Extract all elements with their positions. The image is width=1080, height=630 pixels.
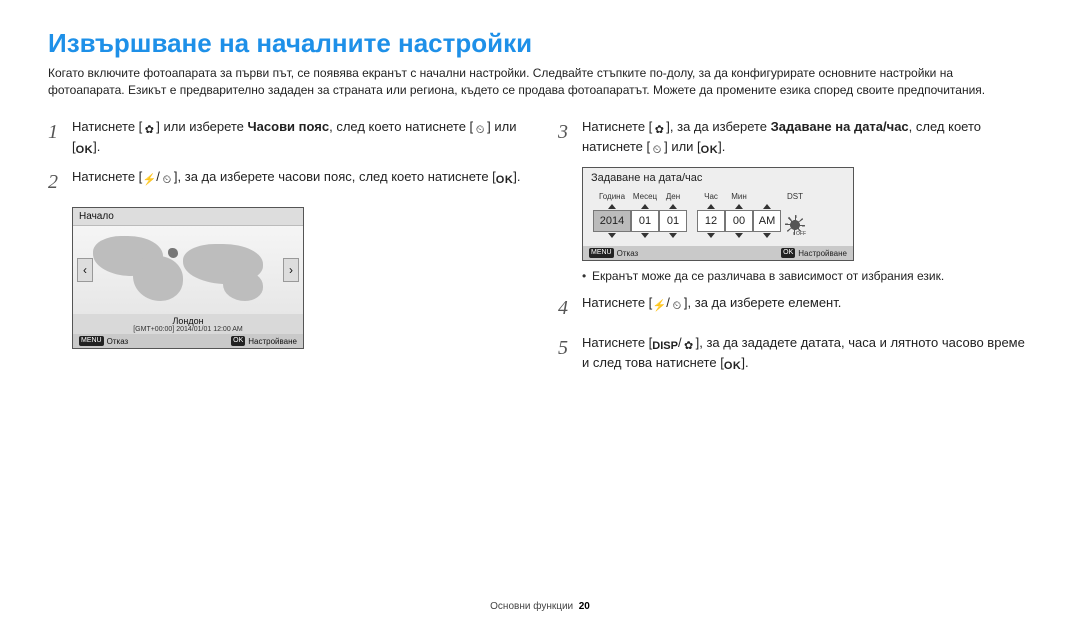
menu-icon: MENU xyxy=(79,336,104,346)
ok-icon: OK xyxy=(701,143,719,157)
step-1: 1 Натиснете [✿] или изберете Часови пояс… xyxy=(48,117,522,158)
spin-hour[interactable]: 12 xyxy=(697,210,725,232)
label-dst: DST xyxy=(781,192,809,201)
right-column: 3 Натиснете [✿], за да изберете Задаване… xyxy=(558,117,1032,384)
step-2-text: Натиснете [⚡/⏲], за да изберете часови п… xyxy=(72,167,522,187)
gmt-label: [GMT+00:00] 2014/01/01 12:00 AM xyxy=(73,326,303,333)
arrow-right-icon[interactable]: › xyxy=(283,258,299,282)
spin-day[interactable]: 01 xyxy=(659,210,687,232)
ok-icon: OK xyxy=(231,336,245,346)
city-label: Лондон xyxy=(172,316,203,326)
spin-ampm[interactable]: AM xyxy=(753,210,781,232)
left-column: 1 Натиснете [✿] или изберете Часови пояс… xyxy=(48,117,522,384)
dst-icon[interactable] xyxy=(785,215,805,235)
step-number-1: 1 xyxy=(48,117,72,147)
set-label: Настройване xyxy=(798,249,847,258)
world-map: ‹ › xyxy=(73,226,303,314)
spin-year[interactable]: 2014 xyxy=(593,210,631,232)
ok-icon: OK xyxy=(76,143,94,157)
step-3: 3 Натиснете [✿], за да изберете Задаване… xyxy=(558,117,1032,158)
note-bullet: Екранът може да се различава в зависимос… xyxy=(582,269,1032,283)
step-number-5: 5 xyxy=(558,333,582,363)
datetime-footer: MENUОтказ OKНастройване xyxy=(583,246,853,260)
datetime-spinners: 2014 01 01 12 00 AM xyxy=(583,201,853,246)
intro-paragraph: Когато включите фотоапарата за първи път… xyxy=(48,65,1032,99)
step-number-3: 3 xyxy=(558,117,582,147)
label-min: Мин xyxy=(725,192,753,201)
label-year: Година xyxy=(593,192,631,201)
ok-icon: OK xyxy=(724,360,742,374)
cancel-label: Отказ xyxy=(617,249,639,258)
step-number-4: 4 xyxy=(558,293,582,323)
page-title: Извършване на началните настройки xyxy=(48,28,1032,59)
flower-icon: ✿ xyxy=(142,123,156,137)
ok-icon: OK xyxy=(781,248,795,258)
flower-icon: ✿ xyxy=(682,339,696,353)
timezone-title: Начало xyxy=(73,208,303,226)
step-5-text: Натиснете [DISP/✿], за да зададете датат… xyxy=(582,333,1032,374)
set-label: Настройване xyxy=(248,337,297,346)
spin-month[interactable]: 01 xyxy=(631,210,659,232)
timezone-screen-mock: Начало ‹ › Лондон [GMT+00:00] 2014/01/01… xyxy=(72,207,304,349)
disp-icon: DISP xyxy=(652,339,678,353)
spin-min[interactable]: 00 xyxy=(725,210,753,232)
arrow-left-icon[interactable]: ‹ xyxy=(77,258,93,282)
menu-icon: MENU xyxy=(589,248,614,258)
datetime-labels: Година Месец Ден Час Мин DST xyxy=(583,188,853,201)
datetime-title: Задаване на дата/час xyxy=(583,168,853,188)
page-footer: Основни функции 20 xyxy=(0,601,1080,612)
timer-icon: ⏲ xyxy=(670,299,684,313)
timer-icon: ⏲ xyxy=(160,173,174,187)
step-2: 2 Натиснете [⚡/⏲], за да изберете часови… xyxy=(48,167,522,197)
flash-icon: ⚡ xyxy=(652,299,666,313)
step-4-text: Натиснете [⚡/⏲], за да изберете елемент. xyxy=(582,293,1032,313)
flash-icon: ⚡ xyxy=(142,173,156,187)
manual-page: Извършване на началните настройки Когато… xyxy=(0,0,1080,384)
cancel-label: Отказ xyxy=(107,337,129,346)
timer-icon: ⏲ xyxy=(473,123,487,137)
two-column-layout: 1 Натиснете [✿] или изберете Часови пояс… xyxy=(48,117,1032,384)
timezone-footer: MENUОтказ OKНастройване xyxy=(73,334,303,348)
footer-section: Основни функции xyxy=(490,601,573,612)
flower-icon: ✿ xyxy=(652,123,666,137)
footer-page: 20 xyxy=(579,601,590,612)
step-4: 4 Натиснете [⚡/⏲], за да изберете елемен… xyxy=(558,293,1032,323)
ok-icon: OK xyxy=(496,173,514,187)
timer-icon: ⏲ xyxy=(650,143,664,157)
timezone-caption: Лондон [GMT+00:00] 2014/01/01 12:00 AM xyxy=(73,314,303,334)
label-hour: Час xyxy=(697,192,725,201)
step-1-text: Натиснете [✿] или изберете Часови пояс, … xyxy=(72,117,522,158)
label-day: Ден xyxy=(659,192,687,201)
step-5: 5 Натиснете [DISP/✿], за да зададете дат… xyxy=(558,333,1032,374)
step-number-2: 2 xyxy=(48,167,72,197)
datetime-screen-mock: Задаване на дата/час Година Месец Ден Ча… xyxy=(582,167,854,261)
step-3-text: Натиснете [✿], за да изберете Задаване н… xyxy=(582,117,1032,158)
label-month: Месец xyxy=(631,192,659,201)
